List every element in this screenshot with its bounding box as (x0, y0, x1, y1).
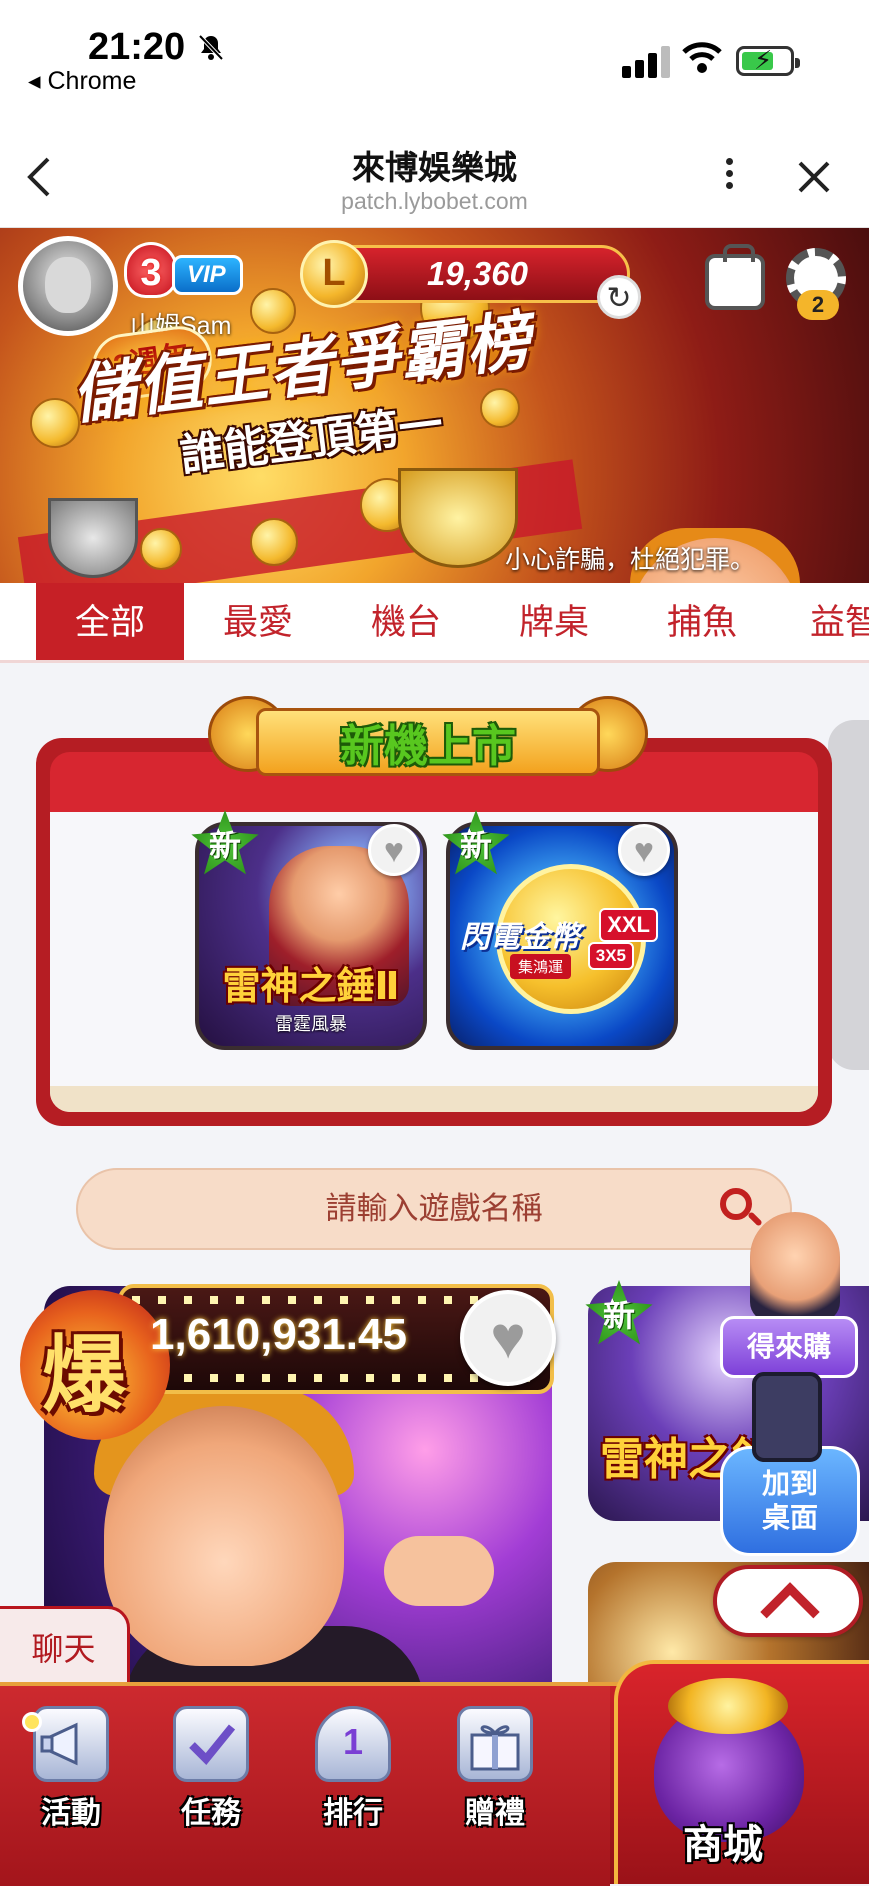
more-vertical-icon[interactable] (714, 153, 744, 203)
trophy-rank-number: 1 (342, 1721, 364, 1762)
favorite-heart-icon[interactable]: ♥ (618, 824, 670, 876)
shop-button[interactable]: 商城 (614, 1660, 869, 1884)
close-icon[interactable] (796, 159, 832, 201)
bell-mute-icon (196, 32, 226, 69)
status-time: 21:20 (88, 26, 186, 68)
nav-gifts-label: 贈禮 (465, 1797, 525, 1830)
coin-icon: L (300, 240, 368, 308)
delivery-shop-label: 得來購 (720, 1316, 858, 1378)
browser-nav-bar: 來博娛樂城 patch.lybobet.com (0, 125, 869, 228)
megaphone-icon (33, 1706, 109, 1782)
jackpot-burst-label: 爆 (42, 1328, 127, 1422)
signal-icon (622, 44, 674, 78)
battery-charging-icon: ⚡ (736, 45, 800, 76)
nav-tasks[interactable]: 任務 (156, 1706, 266, 1836)
jackpot-value: 1,610,931.45 (150, 1310, 407, 1359)
game-title: 雷神之錘Ⅱ (222, 966, 400, 1008)
phone-icon (752, 1372, 822, 1462)
scroll-to-top-button[interactable] (713, 1565, 863, 1642)
tab-tables[interactable]: 牌桌 (480, 583, 628, 660)
trophy-icon: 1 (315, 1706, 391, 1782)
tab-fishing[interactable]: 捕魚 (628, 583, 776, 660)
tab-puzzle[interactable]: 益智 (776, 583, 869, 660)
game-subtitle: 集鴻運 (510, 954, 572, 979)
backpack-icon[interactable] (705, 244, 765, 310)
game-title: 閃電金幣 (460, 921, 580, 954)
tab-all[interactable]: 全部 (36, 583, 184, 660)
featured-title-ribbon: 新機上市 (208, 688, 648, 783)
notification-dot (22, 1712, 42, 1732)
next-featured-card-peek[interactable] (828, 720, 869, 1070)
refresh-balance-icon[interactable]: ↻ (597, 275, 641, 319)
wifi-icon (680, 38, 724, 76)
delivery-shop-button[interactable]: 得來購 (720, 1212, 858, 1380)
shop-label: 商城 (683, 1823, 763, 1867)
game-subtitle: 雷霆風暴 (275, 1014, 347, 1034)
tab-favorites[interactable]: 最愛 (184, 583, 332, 660)
nav-tasks-label: 任務 (181, 1797, 241, 1830)
gift-icon (457, 1706, 533, 1782)
favorite-heart-icon[interactable]: ♥ (368, 824, 420, 876)
game-tag-grid: 3X5 (587, 942, 634, 970)
game-search-bar (76, 1168, 792, 1250)
game-tag: XXL (599, 908, 658, 942)
chat-button[interactable]: 聊天 (0, 1606, 130, 1686)
add-to-home-button[interactable]: 加到 桌面 (720, 1372, 860, 1556)
nav-gifts[interactable]: 贈禮 (440, 1706, 550, 1836)
add-to-home-label-line2: 桌面 (761, 1502, 818, 1533)
status-bar: 21:20 ◂ Chrome ⚡ (0, 0, 869, 125)
vip-label: VIP (172, 255, 243, 295)
nav-events-label: 活動 (41, 1797, 101, 1830)
task-check-icon (173, 1706, 249, 1782)
category-tabs: 全部 最愛 機台 牌桌 捕魚 益智 (0, 583, 869, 663)
nav-ranking-label: 排行 (323, 1797, 383, 1830)
search-input[interactable] (78, 1170, 790, 1248)
tab-slots[interactable]: 機台 (332, 583, 480, 660)
avatar[interactable] (18, 236, 118, 336)
anti-fraud-notice: 小心詐騙，杜絕犯罪。 (505, 546, 756, 574)
featured-title: 新機上市 (340, 722, 516, 771)
favorite-heart-icon[interactable]: ♥ (460, 1290, 556, 1386)
nav-ranking[interactable]: 1 排行 (298, 1706, 408, 1836)
chevron-up-icon (760, 1582, 820, 1642)
featured-new-games-card (36, 738, 832, 1126)
back-to-chrome-link[interactable]: ◂ Chrome (28, 66, 136, 96)
vip-level-badge: 3 (124, 242, 178, 298)
settings-badge: 2 (797, 290, 839, 320)
add-to-home-label-line1: 加到 (761, 1468, 818, 1499)
